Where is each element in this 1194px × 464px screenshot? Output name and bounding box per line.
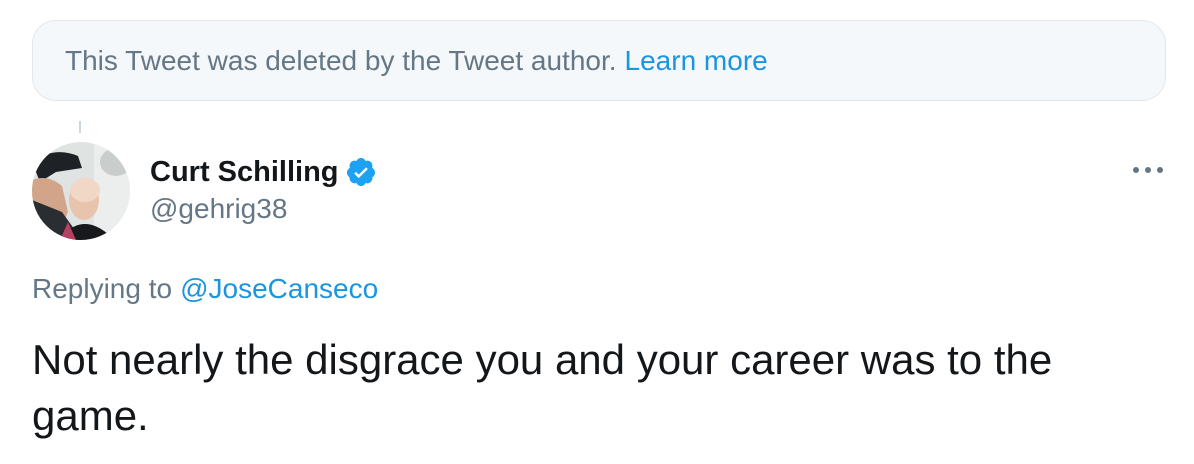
- deleted-notice-text: This Tweet was deleted by the Tweet auth…: [65, 44, 617, 76]
- verified-badge-icon: [345, 156, 377, 188]
- avatar[interactable]: [32, 142, 130, 240]
- replying-to-label: Replying to: [32, 273, 173, 304]
- deleted-tweet-notice: This Tweet was deleted by the Tweet auth…: [32, 20, 1166, 101]
- avatar-photo: [32, 142, 130, 240]
- more-options-icon[interactable]: [1130, 160, 1166, 180]
- learn-more-link[interactable]: Learn more: [625, 45, 768, 77]
- replying-to-line: Replying to @JoseCanseco: [32, 273, 378, 305]
- author-display-name[interactable]: Curt Schilling: [150, 156, 339, 189]
- author-name-row[interactable]: Curt Schilling: [150, 152, 377, 192]
- replying-to-mention-link[interactable]: @JoseCanseco: [180, 273, 378, 304]
- tweet-text: Not nearly the disgrace you and your car…: [32, 336, 1053, 439]
- author-handle[interactable]: @gehrig38: [150, 193, 287, 225]
- thread-connector-line: [79, 121, 81, 133]
